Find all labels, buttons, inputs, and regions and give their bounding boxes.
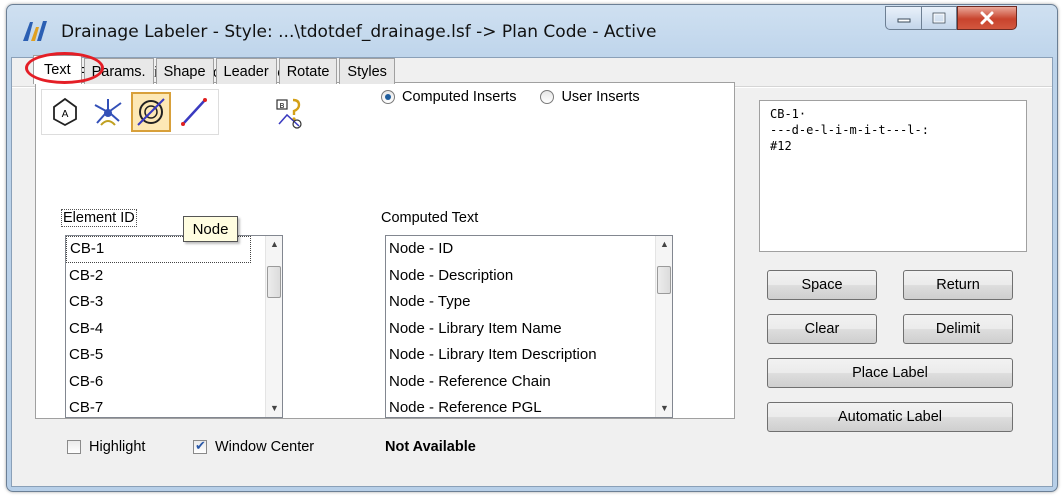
- minimize-icon: [897, 18, 910, 23]
- drainage-labeler-window: Drainage Labeler - Style: ...\tdotdef_dr…: [6, 4, 1058, 492]
- node-icon: [137, 98, 165, 126]
- list-item[interactable]: CB-2: [66, 263, 282, 290]
- scroll-thumb[interactable]: [657, 266, 671, 294]
- svg-text:A: A: [62, 109, 69, 120]
- scroll-down-arrow-icon[interactable]: ▼: [266, 400, 282, 417]
- tab-styles[interactable]: Styles: [339, 58, 395, 84]
- delimit-button[interactable]: Delimit: [903, 314, 1013, 344]
- element-list-scrollbar[interactable]: ▲ ▼: [265, 236, 282, 417]
- list-item[interactable]: Node - Type: [386, 289, 672, 316]
- list-item[interactable]: Node - ID: [386, 236, 672, 263]
- window-title: Drainage Labeler - Style: ...\tdotdef_dr…: [61, 22, 657, 42]
- list-item[interactable]: Node - Description: [386, 263, 672, 290]
- window-center-label: Window Center: [215, 439, 315, 455]
- list-item[interactable]: Node - Library Item Description: [386, 342, 672, 369]
- clear-button[interactable]: Clear: [767, 314, 877, 344]
- minimize-button[interactable]: [885, 6, 921, 30]
- insert-icon: B: [276, 98, 302, 129]
- element-id-list[interactable]: CB-1 CB-2 CB-3 CB-4 CB-5 CB-6 CB-7 ▲ ▼: [65, 235, 283, 418]
- preview-line: #12: [770, 139, 792, 153]
- outfall-icon: [94, 99, 122, 126]
- structure-tool-button[interactable]: A: [45, 92, 85, 132]
- node-tooltip: Node: [183, 216, 238, 242]
- svg-text:B: B: [280, 102, 285, 110]
- scroll-thumb[interactable]: [267, 266, 281, 298]
- title-bar[interactable]: Drainage Labeler - Style: ...\tdotdef_dr…: [7, 5, 1057, 57]
- element-id-label: Element ID: [61, 209, 137, 227]
- node-tool-button[interactable]: [131, 92, 171, 132]
- link-tool-button[interactable]: [174, 92, 214, 132]
- label-preview-box[interactable]: CB-1· ---d-e-l-i-m-i-t---l-: #12: [759, 100, 1027, 252]
- tab-shape[interactable]: Shape: [155, 58, 214, 84]
- user-inserts-label: User Inserts: [561, 89, 640, 105]
- list-item[interactable]: Node - Reference PGL: [386, 395, 672, 417]
- outfall-tool-button[interactable]: [88, 92, 128, 132]
- highlight-label: Highlight: [89, 439, 146, 455]
- list-item[interactable]: CB-7: [66, 395, 282, 417]
- status-text: Not Available: [385, 439, 476, 455]
- list-item[interactable]: CB-5: [66, 342, 282, 369]
- highlight-option[interactable]: Highlight: [67, 439, 145, 455]
- computed-inserts-radio[interactable]: [381, 90, 395, 104]
- computed-text-list[interactable]: Node - ID Node - Description Node - Type…: [385, 235, 673, 418]
- highlight-ring: [25, 52, 104, 84]
- space-button[interactable]: Space: [767, 270, 877, 300]
- app-logo-icon: [23, 21, 47, 41]
- list-item[interactable]: CB-6: [66, 369, 282, 396]
- computed-text-label: Computed Text: [381, 210, 479, 226]
- insert-mode-group: Computed Inserts User Inserts: [381, 89, 640, 105]
- scroll-up-arrow-icon[interactable]: ▲: [266, 236, 282, 253]
- close-button[interactable]: [957, 6, 1017, 30]
- automatic-label-button[interactable]: Automatic Label: [767, 402, 1013, 432]
- close-icon: [980, 11, 994, 25]
- scroll-down-arrow-icon[interactable]: ▼: [656, 400, 672, 417]
- computed-inserts-label: Computed Inserts: [402, 89, 517, 105]
- highlight-checkbox[interactable]: [67, 440, 81, 454]
- element-type-toolbar: A: [41, 89, 219, 135]
- structure-icon: A: [53, 97, 77, 127]
- list-item[interactable]: Node - Library Item Name: [386, 316, 672, 343]
- preview-line: CB-1·: [770, 107, 807, 121]
- return-button[interactable]: Return: [903, 270, 1013, 300]
- user-inserts-radio[interactable]: [540, 90, 555, 104]
- computed-list-scrollbar[interactable]: ▲ ▼: [655, 236, 672, 417]
- tab-leader[interactable]: Leader: [215, 58, 277, 84]
- list-item[interactable]: Node - Reference Chain: [386, 369, 672, 396]
- maximize-button[interactable]: [921, 6, 957, 30]
- place-label-button[interactable]: Place Label: [767, 358, 1013, 388]
- list-item[interactable]: CB-3: [66, 289, 282, 316]
- insert-tool-button[interactable]: B: [271, 93, 307, 133]
- list-item[interactable]: CB-4: [66, 316, 282, 343]
- window-center-checkbox[interactable]: [193, 438, 207, 454]
- tab-rotate[interactable]: Rotate: [278, 58, 338, 84]
- link-icon: [181, 98, 207, 126]
- maximize-icon: [932, 12, 946, 24]
- window-center-option[interactable]: Window Center: [193, 438, 315, 455]
- scroll-up-arrow-icon[interactable]: ▲: [656, 236, 672, 253]
- preview-line: ---d-e-l-i-m-i-t---l-:: [770, 123, 929, 137]
